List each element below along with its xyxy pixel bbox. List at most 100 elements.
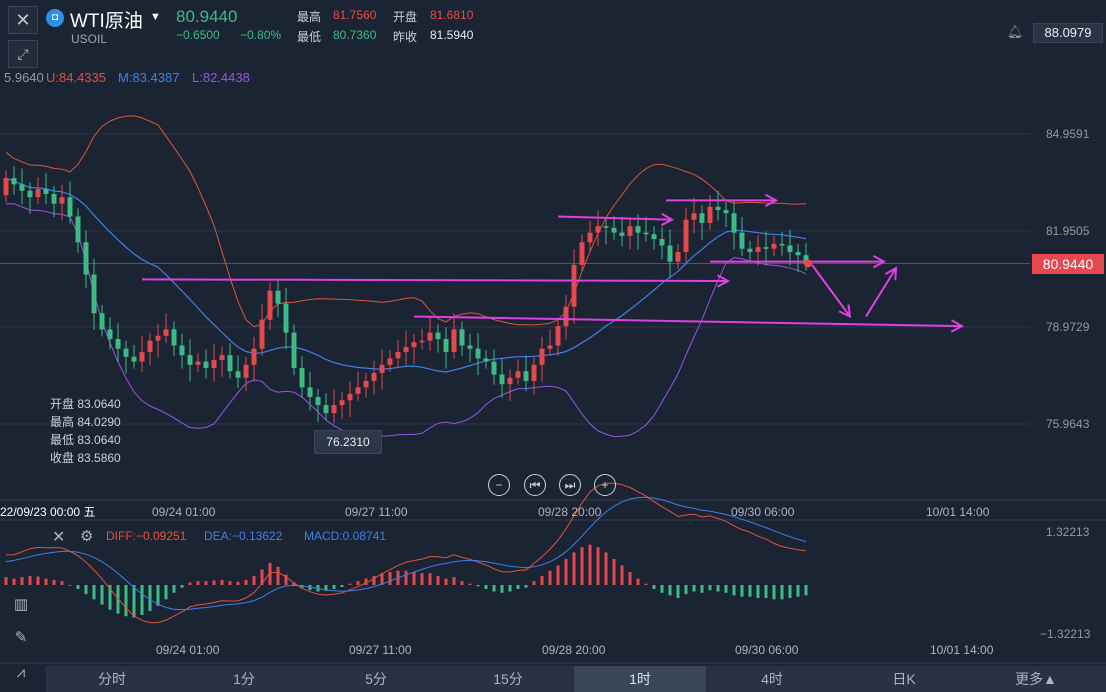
candle-body [235, 371, 241, 378]
candle-body [787, 245, 793, 252]
macd-bar [156, 585, 160, 606]
skip-back-icon: ⏮︎ [529, 478, 541, 492]
candle-body [355, 387, 361, 394]
time-axis-label: 09/24 01:00 [152, 505, 216, 519]
bb-mid-value: M:83.4387 [118, 70, 180, 85]
candle-body [531, 364, 537, 381]
candle-body [427, 332, 433, 341]
macd-bar [484, 585, 488, 589]
candle-body [251, 348, 257, 365]
macd-bar [668, 585, 672, 596]
candle-body [547, 345, 553, 349]
tab-daily[interactable]: 日K [838, 666, 970, 692]
price-axis-label: 81.9505 [1046, 224, 1090, 238]
candle-body [739, 232, 745, 249]
macd-bar [580, 547, 584, 585]
close-indicator-icon[interactable]: ✕ [52, 527, 65, 547]
candle-body [283, 303, 289, 333]
candle-body [379, 364, 385, 373]
candle-body [347, 393, 353, 401]
macd-bar [52, 579, 56, 585]
candle-body [443, 339, 449, 352]
scroll-left-button[interactable]: ⏮︎ [524, 474, 546, 496]
macd-bar [588, 544, 592, 585]
macd-bar [708, 585, 712, 591]
candle-body [259, 319, 265, 349]
drop-arrow [811, 264, 851, 318]
macd-bar [804, 585, 808, 596]
candle-body [627, 226, 633, 236]
macd-bar [196, 581, 200, 585]
tab-15min[interactable]: 15分 [442, 666, 574, 692]
candle-body [99, 313, 105, 330]
candle-body [395, 351, 401, 359]
draw-pen-icon[interactable]: ✎ [8, 625, 34, 651]
zoom-out-button[interactable]: − [488, 474, 510, 496]
macd-value: MACD:0.08741 [304, 529, 387, 543]
macd-bar [548, 570, 552, 585]
candle-body [315, 397, 321, 406]
candle-body [747, 248, 753, 252]
macd-bar [212, 580, 216, 585]
macd-bar [564, 558, 568, 585]
candle-type-icon[interactable]: ▥ [8, 592, 34, 618]
price-chart[interactable] [0, 0, 1106, 666]
candle-body [611, 227, 617, 233]
macd-bar [236, 581, 240, 585]
macd-bar [244, 579, 248, 585]
candle-body [19, 184, 25, 191]
bollinger-bands [5, 115, 807, 438]
candle-body [667, 245, 673, 262]
macd-bar [788, 585, 792, 599]
macd-bar [12, 578, 16, 585]
candle-body [755, 247, 761, 252]
candle-body [435, 332, 441, 340]
zoom-in-button[interactable]: + [594, 474, 616, 496]
candle-body [491, 361, 497, 375]
candle-body [299, 368, 305, 388]
macd-bar [724, 585, 728, 593]
lower-support-arrow [413, 315, 963, 328]
tab-1min[interactable]: 1分 [178, 666, 310, 692]
resistance-arrow [557, 215, 673, 221]
candle-body [363, 380, 369, 388]
candle-body [603, 226, 609, 228]
scroll-right-button[interactable]: ⏭︎ [559, 474, 581, 496]
candle-body [59, 197, 65, 204]
bb-upper-value: U:84.4335 [46, 70, 106, 85]
tab-more[interactable]: 更多▲ [970, 666, 1102, 692]
candle-body [211, 359, 217, 369]
macd-bar [76, 585, 80, 589]
candle-body [387, 358, 393, 365]
candle-body [451, 329, 457, 352]
candle-body [123, 348, 129, 357]
ohlc-open: 开盘 83.0640 [50, 397, 121, 411]
candle-body [371, 372, 377, 381]
tab-timeshare[interactable]: 分时 [46, 666, 178, 692]
macd-bar [620, 565, 624, 585]
candlesticks [3, 166, 809, 424]
macd-bar [412, 571, 416, 585]
candle-body [659, 239, 665, 246]
macd-bar [524, 585, 528, 588]
macd-bar [388, 571, 392, 585]
candle-body [467, 345, 473, 349]
macd-bar [780, 585, 784, 600]
candle-body [155, 335, 161, 341]
macd-bar [628, 571, 632, 585]
tab-1hour[interactable]: 1时 [574, 666, 706, 692]
candle-body [507, 377, 513, 385]
candle-body [51, 193, 57, 204]
indicator-icon[interactable]: ⩘ [8, 660, 34, 686]
candle-body [411, 342, 417, 348]
price-axis-label: 84.9591 [1046, 127, 1090, 141]
bb-cut-value: 5.9640 [4, 70, 44, 85]
macd-bar [92, 585, 96, 600]
tab-5min[interactable]: 5分 [310, 666, 442, 692]
macd-bar [700, 585, 704, 593]
plus-icon: + [601, 478, 609, 492]
macd-bar [180, 585, 184, 588]
macd-bar [436, 575, 440, 585]
settings-icon[interactable]: ⚙︎ [80, 527, 93, 545]
tab-4hour[interactable]: 4时 [706, 666, 838, 692]
